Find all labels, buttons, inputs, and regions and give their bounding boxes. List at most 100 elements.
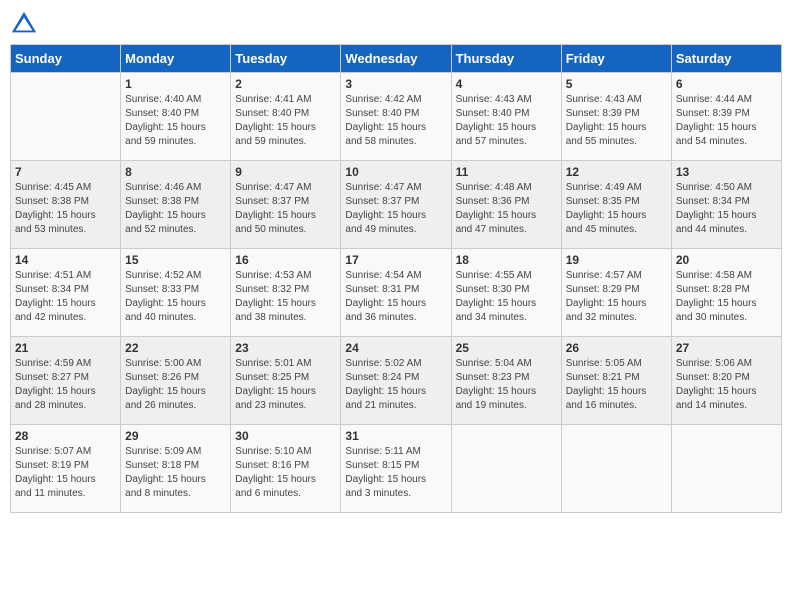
day-number: 18: [456, 253, 557, 267]
header-cell-thursday: Thursday: [451, 45, 561, 73]
cell-content: Sunrise: 4:57 AM Sunset: 8:29 PM Dayligh…: [566, 269, 667, 325]
cell-content: Sunrise: 4:44 AM Sunset: 8:39 PM Dayligh…: [676, 93, 777, 149]
header-cell-tuesday: Tuesday: [231, 45, 341, 73]
cell-content: Sunrise: 5:10 AM Sunset: 8:16 PM Dayligh…: [235, 445, 336, 501]
week-row-1: 1 Sunrise: 4:40 AM Sunset: 8:40 PM Daylig…: [11, 73, 782, 161]
day-number: 1: [125, 77, 226, 91]
cell-content: Sunrise: 4:40 AM Sunset: 8:40 PM Dayligh…: [125, 93, 226, 149]
day-number: 12: [566, 165, 667, 179]
calendar-cell: [561, 425, 671, 513]
calendar-cell: 19 Sunrise: 4:57 AM Sunset: 8:29 PM Dayli…: [561, 249, 671, 337]
cell-content: Sunrise: 5:05 AM Sunset: 8:21 PM Dayligh…: [566, 357, 667, 413]
day-number: 20: [676, 253, 777, 267]
calendar-cell: [11, 73, 121, 161]
cell-content: Sunrise: 4:42 AM Sunset: 8:40 PM Dayligh…: [345, 93, 446, 149]
header-cell-wednesday: Wednesday: [341, 45, 451, 73]
cell-content: Sunrise: 5:09 AM Sunset: 8:18 PM Dayligh…: [125, 445, 226, 501]
day-number: 19: [566, 253, 667, 267]
calendar-cell: [451, 425, 561, 513]
calendar-cell: 15Sunrise: 4:52 AM Sunset: 8:33 PM Dayli…: [121, 249, 231, 337]
day-number: 17: [345, 253, 446, 267]
calendar-cell: 5 Sunrise: 4:43 AM Sunset: 8:39 PM Daylig…: [561, 73, 671, 161]
day-number: 27: [676, 341, 777, 355]
header-cell-sunday: Sunday: [11, 45, 121, 73]
cell-content: Sunrise: 4:43 AM Sunset: 8:39 PM Dayligh…: [566, 93, 667, 149]
calendar-cell: 22Sunrise: 5:00 AM Sunset: 8:26 PM Dayli…: [121, 337, 231, 425]
logo-icon: [10, 10, 38, 38]
calendar-cell: 10 Sunrise: 4:47 AM Sunset: 8:37 PM Dayli…: [341, 161, 451, 249]
day-number: 10: [345, 165, 446, 179]
day-number: 29: [125, 429, 226, 443]
calendar-cell: 13Sunrise: 4:50 AM Sunset: 8:34 PM Dayli…: [671, 161, 781, 249]
header-row: SundayMondayTuesdayWednesdayThursdayFrid…: [11, 45, 782, 73]
cell-content: Sunrise: 4:41 AM Sunset: 8:40 PM Dayligh…: [235, 93, 336, 149]
day-number: 30: [235, 429, 336, 443]
calendar-cell: 23 Sunrise: 5:01 AM Sunset: 8:25 PM Dayli…: [231, 337, 341, 425]
cell-content: Sunrise: 5:06 AM Sunset: 8:20 PM Dayligh…: [676, 357, 777, 413]
cell-content: Sunrise: 4:55 AM Sunset: 8:30 PM Dayligh…: [456, 269, 557, 325]
calendar-cell: 7 Sunrise: 4:45 AM Sunset: 8:38 PM Daylig…: [11, 161, 121, 249]
calendar-table: SundayMondayTuesdayWednesdayThursdayFrid…: [10, 44, 782, 513]
day-number: 3: [345, 77, 446, 91]
calendar-cell: 2Sunrise: 4:41 AM Sunset: 8:40 PM Daylig…: [231, 73, 341, 161]
cell-content: Sunrise: 5:11 AM Sunset: 8:15 PM Dayligh…: [345, 445, 446, 501]
calendar-cell: 17 Sunrise: 4:54 AM Sunset: 8:31 PM Dayli…: [341, 249, 451, 337]
logo: [10, 10, 42, 38]
week-row-5: 28 Sunrise: 5:07 AM Sunset: 8:19 PM Dayli…: [11, 425, 782, 513]
cell-content: Sunrise: 4:47 AM Sunset: 8:37 PM Dayligh…: [235, 181, 336, 237]
cell-content: Sunrise: 4:50 AM Sunset: 8:34 PM Dayligh…: [676, 181, 777, 237]
calendar-header: SundayMondayTuesdayWednesdayThursdayFrid…: [11, 45, 782, 73]
calendar-cell: 28 Sunrise: 5:07 AM Sunset: 8:19 PM Dayli…: [11, 425, 121, 513]
day-number: 6: [676, 77, 777, 91]
day-number: 4: [456, 77, 557, 91]
cell-content: Sunrise: 4:52 AM Sunset: 8:33 PM Dayligh…: [125, 269, 226, 325]
week-row-2: 7 Sunrise: 4:45 AM Sunset: 8:38 PM Daylig…: [11, 161, 782, 249]
cell-content: Sunrise: 4:46 AM Sunset: 8:38 PM Dayligh…: [125, 181, 226, 237]
calendar-cell: 9 Sunrise: 4:47 AM Sunset: 8:37 PM Daylig…: [231, 161, 341, 249]
day-number: 31: [345, 429, 446, 443]
calendar-cell: 3 Sunrise: 4:42 AM Sunset: 8:40 PM Daylig…: [341, 73, 451, 161]
week-row-4: 21 Sunrise: 4:59 AM Sunset: 8:27 PM Dayli…: [11, 337, 782, 425]
calendar-cell: 21 Sunrise: 4:59 AM Sunset: 8:27 PM Dayli…: [11, 337, 121, 425]
calendar-cell: 25Sunrise: 5:04 AM Sunset: 8:23 PM Dayli…: [451, 337, 561, 425]
day-number: 22: [125, 341, 226, 355]
cell-content: Sunrise: 5:02 AM Sunset: 8:24 PM Dayligh…: [345, 357, 446, 413]
calendar-cell: 24Sunrise: 5:02 AM Sunset: 8:24 PM Dayli…: [341, 337, 451, 425]
cell-content: Sunrise: 4:48 AM Sunset: 8:36 PM Dayligh…: [456, 181, 557, 237]
cell-content: Sunrise: 4:43 AM Sunset: 8:40 PM Dayligh…: [456, 93, 557, 149]
day-number: 28: [15, 429, 116, 443]
week-row-3: 14Sunrise: 4:51 AM Sunset: 8:34 PM Dayli…: [11, 249, 782, 337]
cell-content: Sunrise: 5:01 AM Sunset: 8:25 PM Dayligh…: [235, 357, 336, 413]
calendar-cell: 16Sunrise: 4:53 AM Sunset: 8:32 PM Dayli…: [231, 249, 341, 337]
day-number: 9: [235, 165, 336, 179]
day-number: 7: [15, 165, 116, 179]
cell-content: Sunrise: 4:54 AM Sunset: 8:31 PM Dayligh…: [345, 269, 446, 325]
header-cell-friday: Friday: [561, 45, 671, 73]
calendar-cell: 1 Sunrise: 4:40 AM Sunset: 8:40 PM Daylig…: [121, 73, 231, 161]
calendar-cell: 4 Sunrise: 4:43 AM Sunset: 8:40 PM Daylig…: [451, 73, 561, 161]
calendar-cell: 8Sunrise: 4:46 AM Sunset: 8:38 PM Daylig…: [121, 161, 231, 249]
calendar-cell: 26Sunrise: 5:05 AM Sunset: 8:21 PM Dayli…: [561, 337, 671, 425]
calendar-cell: 30 Sunrise: 5:10 AM Sunset: 8:16 PM Dayli…: [231, 425, 341, 513]
calendar-body: 1 Sunrise: 4:40 AM Sunset: 8:40 PM Daylig…: [11, 73, 782, 513]
cell-content: Sunrise: 4:59 AM Sunset: 8:27 PM Dayligh…: [15, 357, 116, 413]
calendar-cell: 14Sunrise: 4:51 AM Sunset: 8:34 PM Dayli…: [11, 249, 121, 337]
day-number: 11: [456, 165, 557, 179]
calendar-cell: 18 Sunrise: 4:55 AM Sunset: 8:30 PM Dayli…: [451, 249, 561, 337]
calendar-cell: 20 Sunrise: 4:58 AM Sunset: 8:28 PM Dayli…: [671, 249, 781, 337]
header-cell-saturday: Saturday: [671, 45, 781, 73]
day-number: 21: [15, 341, 116, 355]
cell-content: Sunrise: 5:07 AM Sunset: 8:19 PM Dayligh…: [15, 445, 116, 501]
calendar-cell: 29 Sunrise: 5:09 AM Sunset: 8:18 PM Dayli…: [121, 425, 231, 513]
day-number: 5: [566, 77, 667, 91]
calendar-cell: 12Sunrise: 4:49 AM Sunset: 8:35 PM Dayli…: [561, 161, 671, 249]
cell-content: Sunrise: 4:47 AM Sunset: 8:37 PM Dayligh…: [345, 181, 446, 237]
cell-content: Sunrise: 4:45 AM Sunset: 8:38 PM Dayligh…: [15, 181, 116, 237]
calendar-cell: [671, 425, 781, 513]
day-number: 25: [456, 341, 557, 355]
page-header: [10, 10, 782, 38]
calendar-cell: 6 Sunrise: 4:44 AM Sunset: 8:39 PM Daylig…: [671, 73, 781, 161]
cell-content: Sunrise: 4:58 AM Sunset: 8:28 PM Dayligh…: [676, 269, 777, 325]
calendar-cell: 31 Sunrise: 5:11 AM Sunset: 8:15 PM Dayli…: [341, 425, 451, 513]
day-number: 23: [235, 341, 336, 355]
